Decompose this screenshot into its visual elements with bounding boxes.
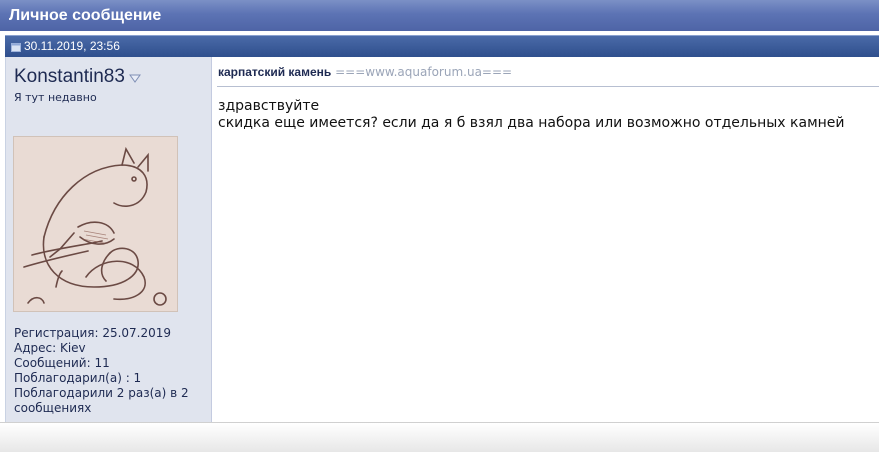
stat-posts: Сообщений: 11	[14, 356, 110, 370]
stat-was-thanked: Поблагодарили 2 раз(а) в 2 сообщениях	[14, 386, 189, 415]
header-bar: Личное сообщение	[0, 0, 879, 33]
message-frame: Konstantin83 Я тут недавно Регистрация: …	[5, 57, 879, 422]
user-stats: Регистрация: 25.07.2019 Адрес: Kiev Сооб…	[14, 326, 206, 416]
message-subject-row: карпатский камень ===www.aquaforum.ua===	[218, 65, 512, 79]
stat-thanked: Поблагодарил(а) : 1	[14, 371, 142, 385]
avatar[interactable]	[13, 136, 178, 312]
stat-location: Адрес: Kiev	[14, 341, 86, 355]
message-subject: карпатский камень	[218, 65, 332, 79]
page-title: Личное сообщение	[9, 7, 162, 24]
chevron-down-icon[interactable]	[128, 74, 141, 84]
stat-registration: Регистрация: 25.07.2019	[14, 326, 172, 340]
bottom-strip	[0, 422, 879, 452]
divider	[217, 86, 879, 87]
post-date: 30.11.2019, 23:56	[24, 39, 120, 53]
username-link[interactable]: Konstantin83	[14, 66, 125, 88]
user-panel: Konstantin83 Я тут недавно Регистрация: …	[6, 57, 212, 422]
avatar-cat-drawing	[14, 137, 177, 311]
message-panel: карпатский камень ===www.aquaforum.ua===…	[213, 57, 879, 422]
post-date-bar: 30.11.2019, 23:56	[5, 35, 879, 57]
subject-watermark: ===www.aquaforum.ua===	[335, 65, 513, 79]
user-rank: Я тут недавно	[14, 91, 97, 104]
username-row: Konstantin83	[14, 66, 141, 88]
message-line-greeting: здравствуйте	[218, 98, 320, 114]
message-body: здравствуйте скидка еще имеется? если да…	[218, 98, 873, 132]
message-line-question: скидка еще имеется? если да я б взял два…	[218, 115, 845, 131]
post-icon	[11, 43, 21, 52]
